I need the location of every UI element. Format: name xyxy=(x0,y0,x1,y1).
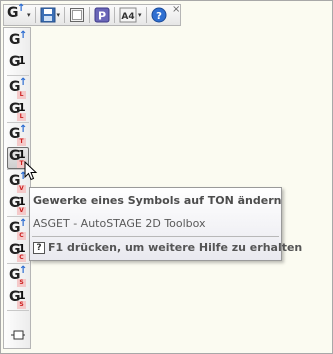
g-symbol-icon: G1L xyxy=(9,101,26,121)
palette-separator xyxy=(7,75,29,76)
palette-button-1[interactable]: G ↑ xyxy=(7,31,29,53)
a4-icon: A4 xyxy=(119,7,137,23)
help-box-icon: ? xyxy=(33,241,45,254)
g-symbol-icon: G ↑ T xyxy=(9,124,28,146)
palette-separator xyxy=(7,263,29,264)
tooltip-divider xyxy=(32,236,279,237)
palette-button-2[interactable]: G1 xyxy=(7,53,29,75)
svg-text:?: ? xyxy=(156,11,162,22)
tooltip-help-row: ? F1 drücken, um weitere Hilfe zu erhalt… xyxy=(33,241,302,254)
toolbar-separator xyxy=(145,7,147,23)
a4-label: A4 xyxy=(121,12,134,22)
g-arrow-dropdown-button[interactable]: G ↑ ▾ xyxy=(6,3,31,24)
a4-dropdown-button[interactable]: A4 ▾ xyxy=(119,6,142,24)
palette-separator xyxy=(7,310,29,311)
chevron-down-icon: ▾ xyxy=(138,10,142,19)
chevron-down-icon: ▾ xyxy=(56,10,61,19)
tooltip-title: Gewerke eines Symbols auf TON ändern xyxy=(33,194,282,207)
g-symbol-icon: G ↑ L xyxy=(9,77,28,99)
help-icon: ? xyxy=(151,7,167,23)
tooltip-description: ASGET - AutoSTAGE 2D Toolbox xyxy=(33,217,206,230)
palette-button-9[interactable]: G ↑ C xyxy=(7,219,29,241)
symbol-palette: G ↑ G 1 G ↑ L G 1 L G ↑ T G 1 T G ↑ V G 1 V G ↑ C G 1 C G ↑ S G 1 S xyxy=(3,27,31,349)
frame-icon xyxy=(70,8,85,22)
palette-separator xyxy=(7,216,29,217)
g-symbol-icon: G1S xyxy=(9,289,26,309)
palette-button-11[interactable]: G ↑ S xyxy=(7,266,29,288)
palette-button-8[interactable]: G1V xyxy=(7,194,29,216)
palette-button-5[interactable]: G ↑ T xyxy=(7,125,29,147)
g-symbol-icon: G1C xyxy=(9,242,26,262)
palette-button-4[interactable]: G1L xyxy=(7,100,29,122)
g-symbol-icon: G ↑ S xyxy=(9,265,28,287)
toolbar-separator xyxy=(64,7,66,23)
p-icon: P xyxy=(94,7,110,23)
save-icon xyxy=(40,7,56,23)
frame-button[interactable] xyxy=(69,6,85,24)
help-button[interactable]: ? xyxy=(151,6,167,24)
g-symbol-icon: G ↑ C xyxy=(9,218,28,240)
top-toolbar: G ↑ ▾ ▾ P A4 ▾ ? xyxy=(3,4,181,26)
palette-button-12[interactable]: G1S xyxy=(7,288,29,310)
application-window: G ↑ ▾ ▾ P A4 ▾ ? × G ↑ G 1 G ↑ L G 1 L G… xyxy=(0,0,333,354)
toolbar-separator xyxy=(114,7,116,23)
palette-button-3[interactable]: G ↑ L xyxy=(7,78,29,100)
svg-text:P: P xyxy=(98,10,106,23)
insert-block-icon xyxy=(11,330,25,340)
tooltip-help-text: F1 drücken, um weitere Hilfe zu erhalten xyxy=(48,241,303,254)
g-symbol-icon: G1V xyxy=(9,195,26,215)
p-button[interactable]: P xyxy=(94,6,110,24)
g-symbol-icon: G ↑ xyxy=(9,30,28,48)
palette-button-10[interactable]: G1C xyxy=(7,241,29,263)
toolbar-separator xyxy=(89,7,91,23)
close-icon[interactable]: × xyxy=(172,5,180,15)
g-arrow-icon: G ↑ xyxy=(7,3,26,21)
tooltip: Gewerke eines Symbols auf TON ändern ASG… xyxy=(29,187,302,261)
save-dropdown-button[interactable]: ▾ xyxy=(40,6,61,24)
palette-insert-button[interactable] xyxy=(7,324,29,346)
g-symbol-icon: G1 xyxy=(9,54,26,70)
chevron-down-icon: ▾ xyxy=(27,10,31,19)
toolbar-separator xyxy=(34,7,36,23)
palette-separator xyxy=(7,122,29,123)
mouse-cursor-icon xyxy=(24,161,38,181)
